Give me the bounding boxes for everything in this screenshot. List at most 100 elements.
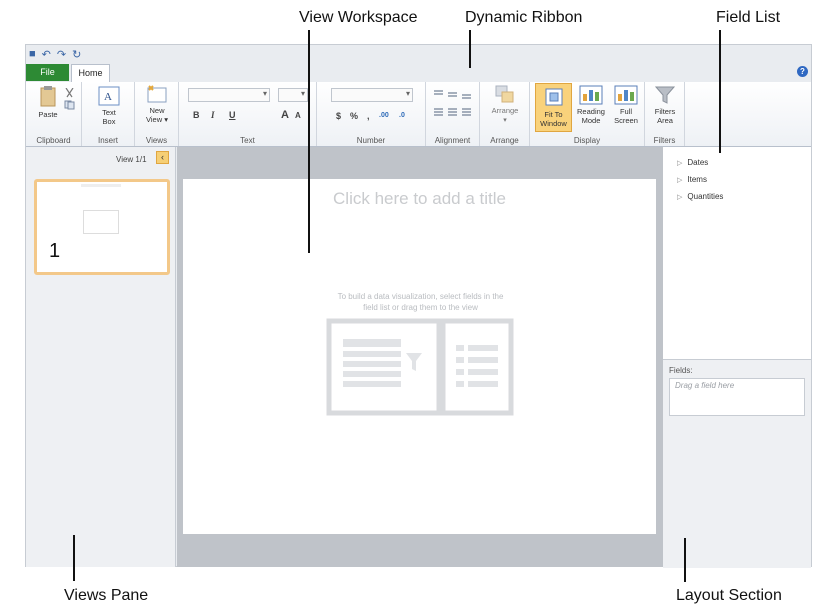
group-label-display: Display <box>573 136 601 145</box>
group-insert: A Text Box Insert <box>82 82 135 146</box>
reading-mode-button[interactable]: Reading Mode <box>573 85 609 125</box>
increase-decimal-button[interactable]: .00 <box>379 112 389 119</box>
italic-button[interactable]: I <box>211 110 215 120</box>
text-box-label-1: Text <box>102 108 116 117</box>
field-item-items[interactable]: Items <box>677 175 707 184</box>
group-label-alignment: Alignment <box>434 136 471 145</box>
currency-button[interactable]: $ <box>336 111 341 121</box>
alignment-icons[interactable] <box>432 88 476 118</box>
callout-dynamic-ribbon: Dynamic Ribbon <box>465 9 583 26</box>
ribbon: Paste Clipboard A Text Box Insert New Vi… <box>26 82 811 147</box>
new-view-label-2: View ▾ <box>146 115 168 124</box>
underline-button[interactable]: U <box>229 110 236 120</box>
hint-line-2: field list or drag them to the view <box>363 303 478 312</box>
full-screen-icon <box>614 85 638 105</box>
quick-access-toolbar: ■ ↶ ↷ ↻ <box>29 46 81 62</box>
tab-file[interactable]: File <box>26 64 69 81</box>
tab-home[interactable]: Home <box>71 64 110 82</box>
group-display: Fit To Window Reading Mode Full Screen D… <box>530 82 645 146</box>
group-label-clipboard: Clipboard <box>36 136 71 145</box>
grow-font-button[interactable]: A <box>281 109 289 121</box>
field-item-quantities[interactable]: Quantities <box>677 192 723 201</box>
build-visualization-hint: To build a data visualization, select fi… <box>313 291 528 313</box>
arrange-icon <box>495 85 514 103</box>
copy-icon[interactable] <box>64 100 76 110</box>
group-number: $ % , .00 .0 Number <box>317 82 426 146</box>
filters-label-2: Area <box>657 116 673 125</box>
callout-line-field-list <box>719 30 721 153</box>
group-label-arrange: Arrange <box>490 136 519 145</box>
group-label-views: Views <box>145 136 168 145</box>
group-clipboard: Paste Clipboard <box>26 82 82 146</box>
visualization-placeholder-icon <box>326 318 514 416</box>
redo-icon[interactable]: ↷ <box>57 48 66 61</box>
reading-label-1: Reading <box>577 107 605 116</box>
filters-area-button[interactable]: Filters Area <box>647 85 683 125</box>
percent-button[interactable]: % <box>350 111 358 121</box>
save-icon[interactable]: ■ <box>29 48 36 60</box>
paste-label: Paste <box>38 110 58 119</box>
callout-layout-section: Layout Section <box>676 587 782 604</box>
callout-field-list: Field List <box>716 9 781 26</box>
application-window: ■ ↶ ↷ ↻ File Home ? Paste Clipboard A Te… <box>25 44 812 568</box>
callout-line-dynamic-ribbon <box>469 30 471 68</box>
group-label-number: Number <box>356 136 386 145</box>
field-item-dates[interactable]: Dates <box>677 158 708 167</box>
new-view-button[interactable]: New View ▾ <box>139 84 175 124</box>
drop-zone-placeholder: Drag a field here <box>675 381 735 390</box>
full-label-1: Full <box>619 107 633 116</box>
fit-label-1: Fit To <box>544 110 563 119</box>
help-icon[interactable]: ? <box>797 66 808 77</box>
group-label-insert: Insert <box>97 136 118 145</box>
fields-drop-zone[interactable]: Drag a field here <box>669 378 805 416</box>
view-count-label: View 1/1 <box>116 155 147 164</box>
collapse-pane-button[interactable]: ‹ <box>156 151 169 164</box>
hint-line-1: To build a data visualization, select fi… <box>337 292 504 301</box>
paste-icon <box>40 86 56 107</box>
group-views: New View ▾ Views <box>135 82 179 146</box>
arrange-button[interactable]: Arrange ▾ <box>485 84 525 125</box>
undo-icon[interactable]: ↶ <box>42 48 51 61</box>
group-arrange: Arrange ▾ Arrange <box>480 82 530 146</box>
arrange-label: Arrange <box>491 106 519 115</box>
view-canvas[interactable]: Click here to add a title To build a dat… <box>183 179 656 534</box>
title-placeholder[interactable]: Click here to add a title <box>183 189 656 209</box>
thumbnail-number: 1 <box>49 240 61 262</box>
cut-icon[interactable] <box>64 88 76 98</box>
group-label-filters: Filters <box>653 136 676 145</box>
view-workspace: Click here to add a title To build a dat… <box>177 147 663 567</box>
view-thumbnail[interactable]: 1 <box>34 179 170 275</box>
group-alignment: Alignment <box>426 82 480 146</box>
decrease-decimal-button[interactable]: .0 <box>399 112 405 119</box>
layout-section: Fields: Drag a field here <box>663 359 811 568</box>
font-family-select[interactable] <box>188 88 270 102</box>
fields-zone-label: Fields: <box>669 366 693 375</box>
text-box-button[interactable]: A Text Box <box>93 86 125 126</box>
group-filters: Filters Area Filters <box>645 82 685 146</box>
fit-label-2: Window <box>540 119 567 128</box>
field-list-pane: Dates Items Quantities Fields: Drag a fi… <box>663 147 811 568</box>
refresh-icon[interactable]: ↻ <box>72 48 81 61</box>
reading-label-2: Mode <box>581 116 601 125</box>
full-screen-button[interactable]: Full Screen <box>610 85 642 125</box>
paste-button[interactable]: Paste <box>34 86 62 119</box>
text-box-icon: A <box>98 86 120 106</box>
group-text: B I U A A Text <box>179 82 317 146</box>
font-size-select[interactable] <box>278 88 308 102</box>
number-format-select[interactable] <box>331 88 413 102</box>
fit-to-window-button[interactable]: Fit To Window <box>535 83 572 132</box>
callout-views-pane: Views Pane <box>64 587 149 604</box>
new-view-label-1: New <box>149 106 165 115</box>
callout-line-views-pane <box>73 535 75 581</box>
shrink-font-button[interactable]: A <box>295 111 301 120</box>
callout-line-view-workspace <box>308 30 310 253</box>
views-pane: View 1/1 ‹ 1 <box>26 147 176 567</box>
callout-line-layout-section <box>684 538 686 582</box>
full-label-2: Screen <box>614 116 638 125</box>
bold-button[interactable]: B <box>193 110 200 120</box>
group-label-text: Text <box>240 136 255 145</box>
new-view-icon <box>147 85 167 103</box>
comma-button[interactable]: , <box>367 111 370 121</box>
filter-funnel-icon <box>655 86 675 104</box>
ribbon-tabs: File Home <box>26 63 811 83</box>
